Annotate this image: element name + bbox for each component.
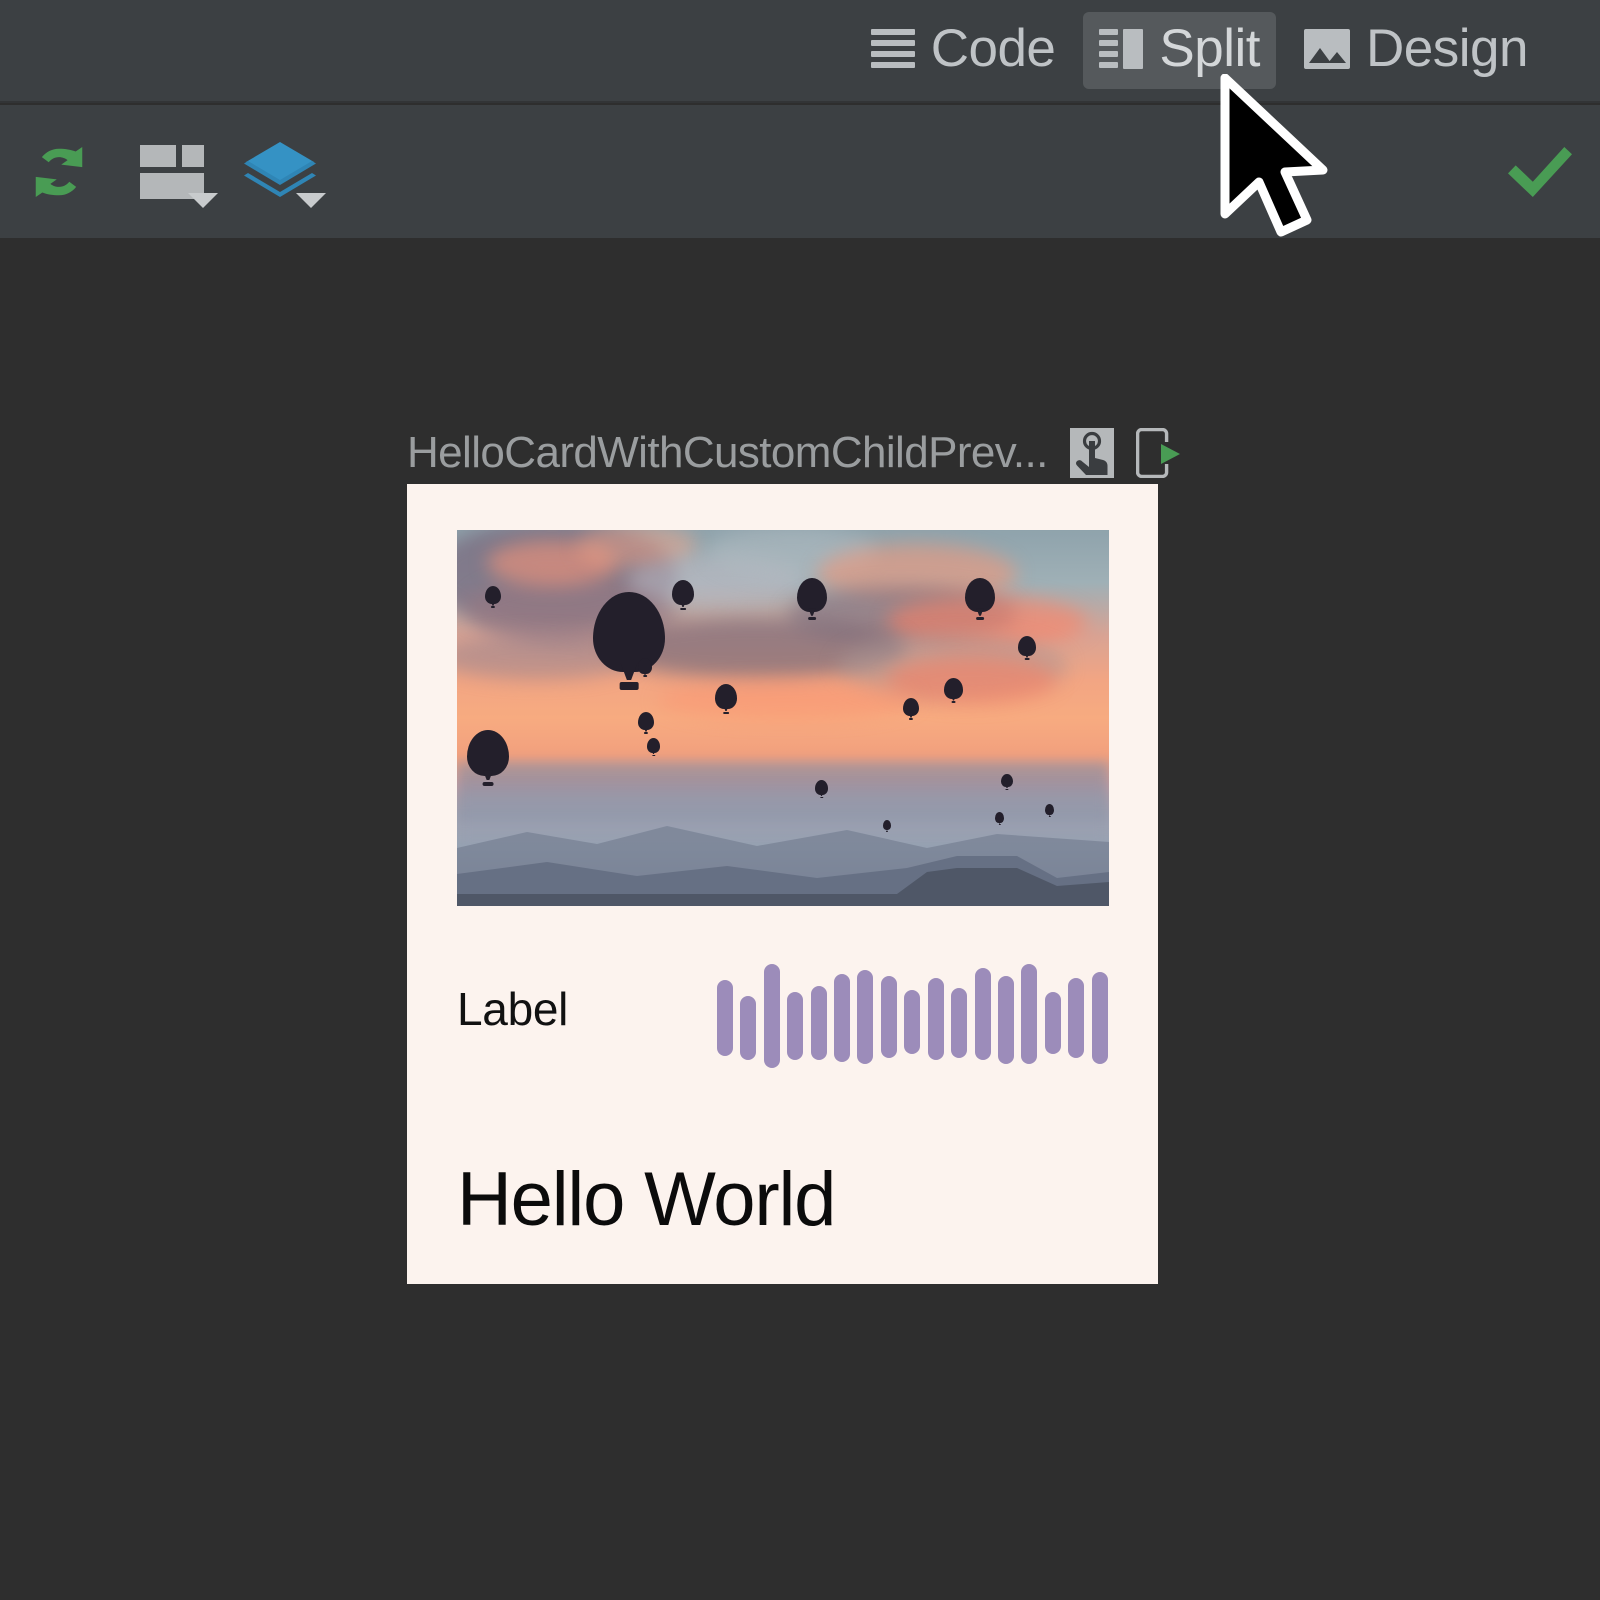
balloon-silhouette [883, 820, 891, 832]
grid-layout-icon [140, 144, 204, 199]
waveform-bar [997, 976, 1014, 1064]
chevron-down-icon [296, 193, 326, 208]
balloon-silhouette [715, 684, 737, 714]
preview-window: Code Split Design HelloCardWithCustomChi… [0, 0, 1600, 1600]
checkmark-icon [1508, 146, 1572, 197]
audio-waveform[interactable] [711, 954, 1109, 1068]
tab-code-label: Code [930, 19, 1056, 78]
chevron-down-icon [188, 193, 218, 208]
balloon-silhouette [647, 738, 660, 756]
preview-card[interactable]: Label Hello World [407, 484, 1158, 1284]
code-lines-icon [870, 28, 915, 69]
card-hero-image [457, 530, 1109, 906]
design-image-icon [1304, 28, 1351, 69]
balloon-silhouette [995, 812, 1004, 825]
preview-canvas: HelloCardWithCustomChildPrev... Label He… [0, 238, 1600, 1600]
balloon-silhouette [1018, 636, 1036, 660]
balloon-silhouette [638, 658, 652, 677]
balloon-silhouette [672, 580, 694, 610]
waveform-bar [904, 990, 921, 1054]
card-label-row: Label [457, 954, 1109, 1068]
waveform-bar [787, 992, 804, 1060]
interactive-mode-icon[interactable] [1069, 428, 1114, 478]
preview-header: HelloCardWithCustomChildPrev... [407, 428, 1182, 478]
balloon-silhouette [944, 678, 963, 703]
waveform-bar [763, 964, 780, 1068]
balloon-silhouette [965, 578, 995, 620]
tab-code[interactable]: Code [855, 12, 1072, 89]
preview-title: HelloCardWithCustomChildPrev... [407, 428, 1048, 477]
balloon-silhouette [797, 578, 827, 620]
balloon-silhouette [638, 712, 654, 734]
waveform-bar [740, 996, 757, 1060]
waveform-bar [974, 968, 991, 1060]
waveform-bar [1091, 972, 1108, 1064]
view-layout-button[interactable] [118, 105, 226, 238]
view-mode-bar: Code Split Design [0, 0, 1600, 103]
balloon-silhouette [1045, 804, 1054, 817]
refresh-icon [35, 146, 83, 197]
waveform-bar [1068, 978, 1085, 1058]
build-status-badge[interactable] [1480, 105, 1600, 238]
balloon-silhouette [903, 698, 919, 720]
waveform-bar [717, 980, 733, 1056]
waveform-bar [1021, 964, 1038, 1064]
balloon-silhouette [1001, 774, 1013, 790]
waveform-bar [951, 988, 968, 1058]
layers-button[interactable] [226, 105, 334, 238]
balloon-silhouette [593, 592, 665, 690]
preview-toolbar [0, 105, 1600, 238]
waveform-bar [880, 976, 897, 1058]
refresh-button[interactable] [0, 105, 118, 238]
balloon-silhouette [815, 780, 828, 798]
card-title: Hello World [457, 1157, 836, 1242]
mountain-silhouette [457, 826, 1109, 906]
tab-split-label: Split [1159, 19, 1261, 78]
split-panes-icon [1099, 28, 1144, 69]
tab-split[interactable]: Split [1083, 12, 1277, 89]
tab-design-label: Design [1366, 19, 1528, 78]
waveform-bar [810, 986, 827, 1060]
waveform-bar [834, 974, 851, 1062]
balloon-silhouette [485, 586, 501, 608]
waveform-bar [857, 970, 874, 1064]
tab-design[interactable]: Design [1288, 12, 1544, 89]
device-play-icon[interactable] [1135, 428, 1182, 478]
waveform-bar [927, 978, 944, 1060]
balloon-silhouette [467, 730, 509, 786]
waveform-bar [1044, 992, 1061, 1054]
card-label: Label [457, 983, 569, 1035]
